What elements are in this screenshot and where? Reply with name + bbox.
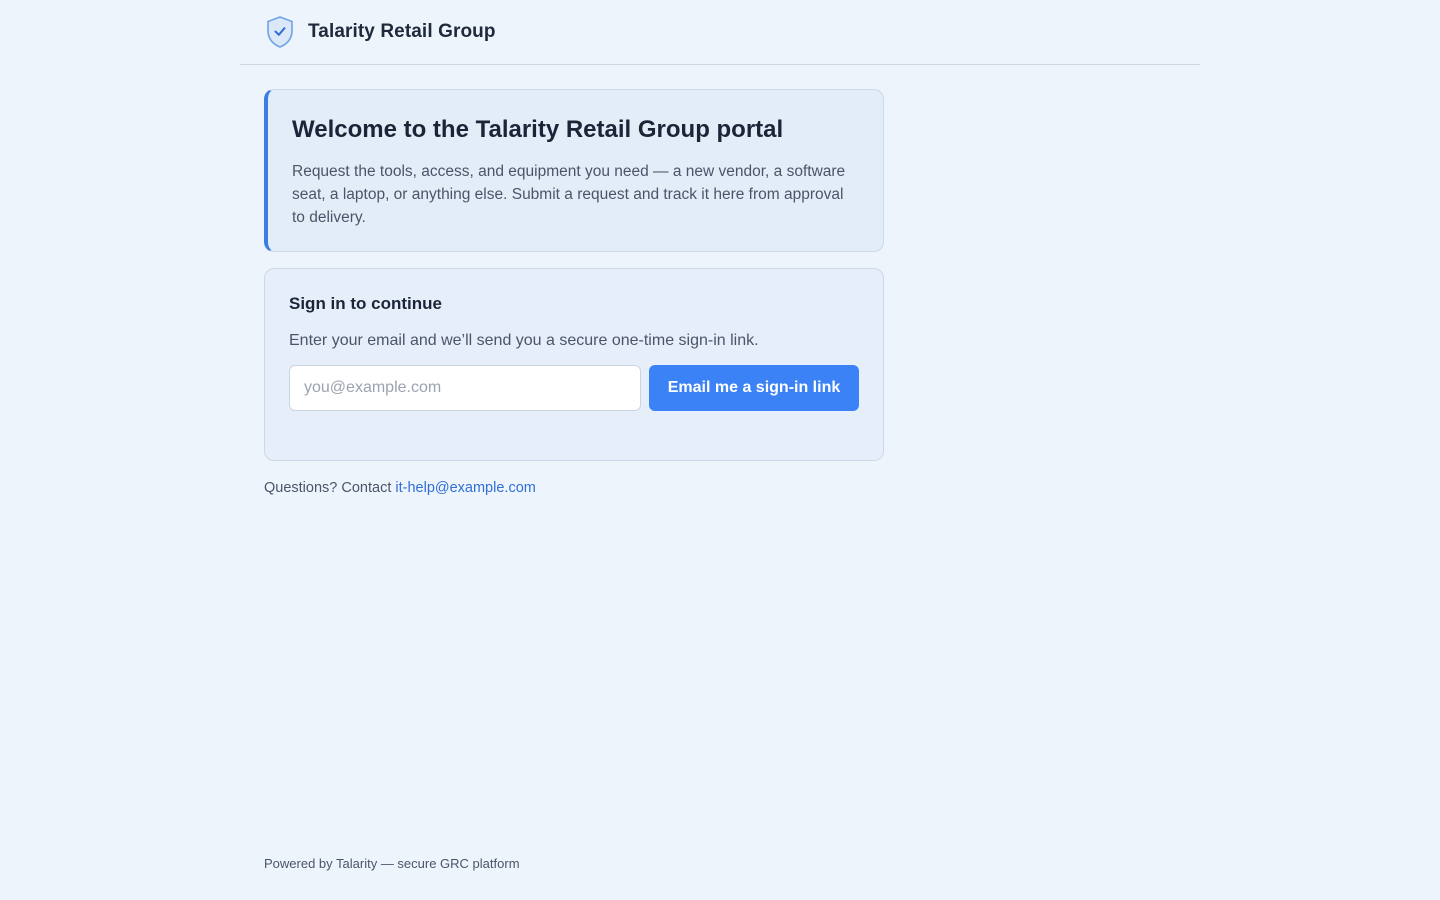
send-signin-link-button[interactable]: Email me a sign-in link	[649, 365, 859, 411]
welcome-description: Request the tools, access, and equipment…	[292, 163, 846, 226]
welcome-title: Welcome to the Talarity Retail Group por…	[292, 116, 784, 143]
signin-description: Enter your email and we’ll send you a se…	[289, 332, 759, 349]
brand-name: Talarity Retail Group	[308, 21, 496, 42]
shield-check-icon	[264, 15, 296, 49]
portal-page: Talarity Retail Group Welcome to the Tal…	[0, 0, 1440, 900]
contact-prefix: Questions? Contact	[264, 480, 392, 496]
header: Talarity Retail Group	[240, 0, 1200, 65]
signin-form: Email me a sign-in link	[289, 365, 859, 411]
welcome-card: Welcome to the Talarity Retail Group por…	[264, 89, 884, 252]
signin-card: Sign in to continue Enter your email and…	[264, 268, 884, 461]
contact-line: Questions? Contact it-help@example.com	[264, 479, 536, 497]
contact-email-link[interactable]: it-help@example.com	[395, 480, 535, 496]
signin-title: Sign in to continue	[289, 294, 442, 313]
email-input[interactable]	[289, 365, 641, 411]
footer-text: Powered by Talarity — secure GRC platfor…	[264, 856, 520, 871]
